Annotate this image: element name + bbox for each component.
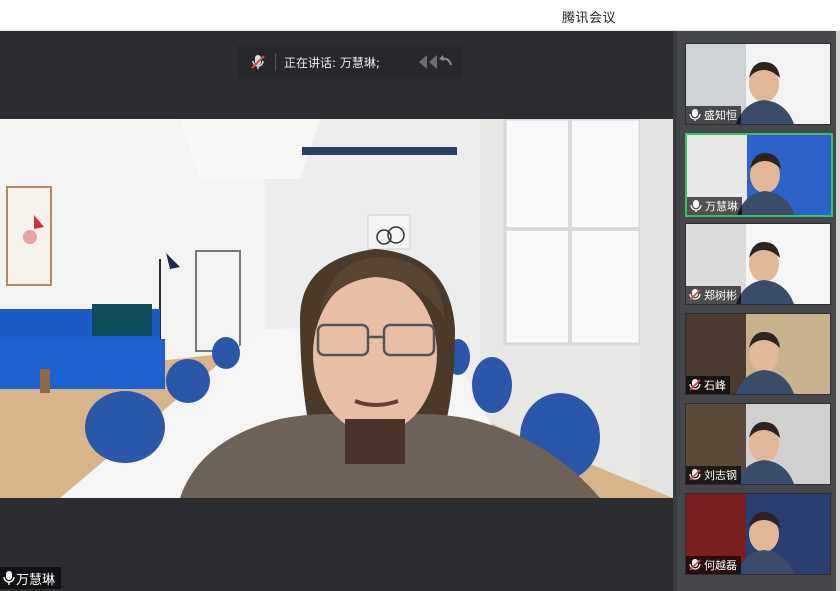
participant-thumbnail[interactable]: 万慧琳 — [685, 133, 833, 217]
microphone-icon — [688, 108, 702, 122]
scrollbar[interactable] — [836, 31, 840, 591]
microphone-icon — [3, 571, 15, 585]
separator — [275, 53, 276, 71]
title-bar: 腾讯会议 — [0, 0, 840, 31]
participant-name-label: 刘志钢 — [686, 466, 741, 484]
main-participant-name: 万慧琳 — [16, 572, 56, 588]
participant-name: 盛知恒 — [704, 109, 737, 122]
main-participant-label: 万慧琳 — [0, 567, 62, 589]
mic-muted-icon[interactable] — [247, 51, 269, 73]
layout-icons[interactable] — [415, 53, 455, 71]
participant-thumbnail[interactable]: 何越磊 — [685, 493, 831, 575]
participant-name-label: 何越磊 — [686, 556, 741, 574]
participant-name: 何越磊 — [704, 559, 737, 572]
participant-thumbnail[interactable]: 盛知恒 — [685, 43, 831, 125]
layout-switch-icon[interactable] — [415, 53, 455, 71]
mic-muted-icon — [688, 378, 702, 392]
speaking-indicator: 正在讲话: 万慧琳; — [237, 45, 463, 79]
participant-name-label: 石峰 — [686, 376, 730, 394]
mic-muted-icon — [688, 468, 702, 482]
speaking-text: 正在讲话: 万慧琳; — [284, 55, 380, 70]
participant-thumbnail[interactable]: 石峰 — [685, 313, 831, 395]
participant-list: 盛知恒万慧琳郑树彬石峰刘志钢何越磊 — [677, 31, 837, 591]
main-video-feed — [0, 119, 673, 498]
microphone-icon — [689, 199, 703, 213]
participant-name-label: 盛知恒 — [686, 106, 741, 124]
participant-thumbnail[interactable]: 郑树彬 — [685, 223, 831, 305]
participant-name-label: 万慧琳 — [687, 197, 742, 215]
video-frame — [0, 119, 673, 498]
participant-name-label: 郑树彬 — [686, 286, 741, 304]
participant-name: 刘志钢 — [704, 469, 737, 482]
participant-thumbnail[interactable]: 刘志钢 — [685, 403, 831, 485]
participant-name: 石峰 — [704, 379, 726, 392]
main-video-area[interactable]: 正在讲话: 万慧琳; 万慧琳 — [0, 31, 673, 591]
participant-name: 郑树彬 — [704, 289, 737, 302]
participant-name: 万慧琳 — [705, 200, 738, 213]
participant-panel: 盛知恒万慧琳郑树彬石峰刘志钢何越磊 — [673, 31, 840, 591]
mic-muted-icon — [688, 558, 702, 572]
mic-muted-icon — [688, 288, 702, 302]
window-title: 腾讯会议 — [562, 11, 617, 26]
